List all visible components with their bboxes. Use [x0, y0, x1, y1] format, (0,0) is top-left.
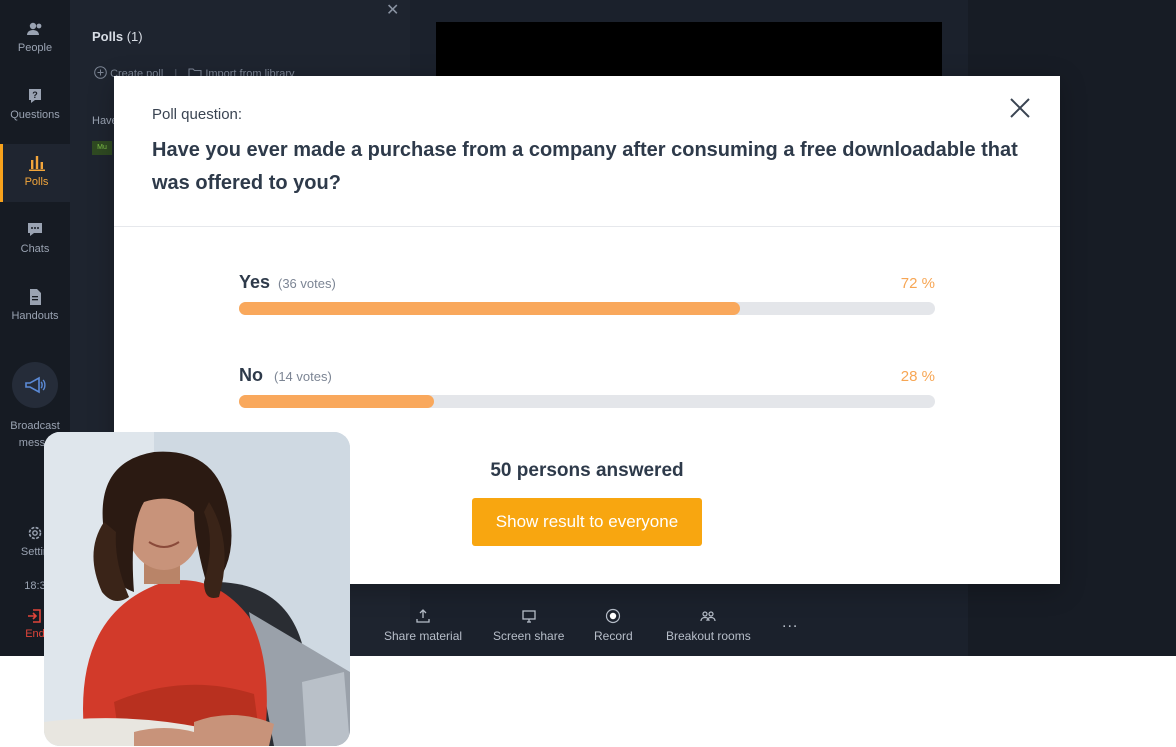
record-label: Record: [594, 629, 633, 643]
monitor-icon: [522, 610, 536, 623]
poll-question-label: Poll question:: [152, 106, 243, 123]
sidebar-item-polls[interactable]: Polls: [0, 144, 70, 202]
svg-text:?: ?: [32, 90, 38, 100]
option-label: No: [239, 365, 263, 385]
record-icon: [606, 608, 621, 624]
result-bar-track: [239, 302, 935, 315]
polls-title-text: Polls: [92, 29, 124, 44]
panel-close-icon[interactable]: ✕: [386, 0, 399, 20]
screen-share-label: Screen share: [493, 629, 565, 643]
exit-icon: [28, 609, 41, 623]
polls-panel-title: Polls (1): [92, 29, 143, 44]
breakout-rooms-label: Breakout rooms: [666, 629, 751, 643]
plus-circle-icon: [94, 66, 107, 79]
sidebar-item-questions[interactable]: ? Questions: [0, 87, 70, 147]
result-bar-fill: [239, 302, 741, 315]
sidebar-item-chats[interactable]: Chats: [0, 221, 70, 281]
user-photo: [44, 432, 350, 746]
upload-icon: [416, 609, 430, 623]
modal-header: Poll question: Have you ever made a purc…: [114, 76, 1060, 227]
sidebar-item-label: Chats: [20, 243, 50, 255]
chat-icon: [28, 223, 42, 236]
people-icon: [27, 22, 42, 35]
result-bar-track: [239, 395, 935, 408]
breakout-rooms-button[interactable]: Breakout rooms: [666, 608, 751, 643]
polls-count: (1): [126, 29, 143, 44]
megaphone-icon: [25, 376, 46, 394]
sidebar-item-label: People: [17, 42, 53, 54]
result-bar-fill: [239, 395, 434, 408]
woman-at-laptop-illustration: [44, 432, 350, 746]
sidebar-item-label: Handouts: [11, 310, 59, 322]
polls-icon: [28, 156, 45, 171]
video-feed: [436, 22, 942, 82]
broadcast-button[interactable]: [12, 362, 58, 408]
option-percent: 28 %: [900, 368, 935, 385]
sidebar-item-label: Questions: [10, 109, 60, 121]
app-root: People ? Questions Polls Chats Handouts …: [0, 0, 1176, 747]
option-label: Yes: [239, 272, 271, 292]
option-votes: (36 votes): [278, 276, 336, 291]
end-label: End: [25, 628, 45, 640]
option-votes: (14 votes): [274, 369, 332, 384]
show-result-button[interactable]: Show result to everyone: [472, 498, 702, 546]
breakout-rooms-icon: [700, 611, 716, 622]
poll-question-text: Have you ever made a purchase from a com…: [152, 139, 1018, 194]
question-icon: ?: [29, 89, 41, 103]
close-icon[interactable]: [1008, 96, 1032, 120]
share-material-label: Share material: [384, 629, 463, 643]
more-options-button[interactable]: ...: [782, 614, 798, 632]
screen-share-button[interactable]: Screen share: [493, 608, 564, 643]
poll-type-tag: Mu: [92, 141, 112, 155]
handout-icon: [30, 289, 41, 305]
share-material-button[interactable]: Share material: [384, 608, 462, 643]
option-percent: 72 %: [900, 275, 935, 292]
gear-icon: [28, 526, 42, 540]
sidebar-item-label: Polls: [24, 176, 49, 188]
record-button[interactable]: Record: [594, 608, 633, 643]
sidebar-item-handouts[interactable]: Handouts: [0, 288, 70, 348]
sidebar-item-people[interactable]: People: [0, 20, 70, 80]
